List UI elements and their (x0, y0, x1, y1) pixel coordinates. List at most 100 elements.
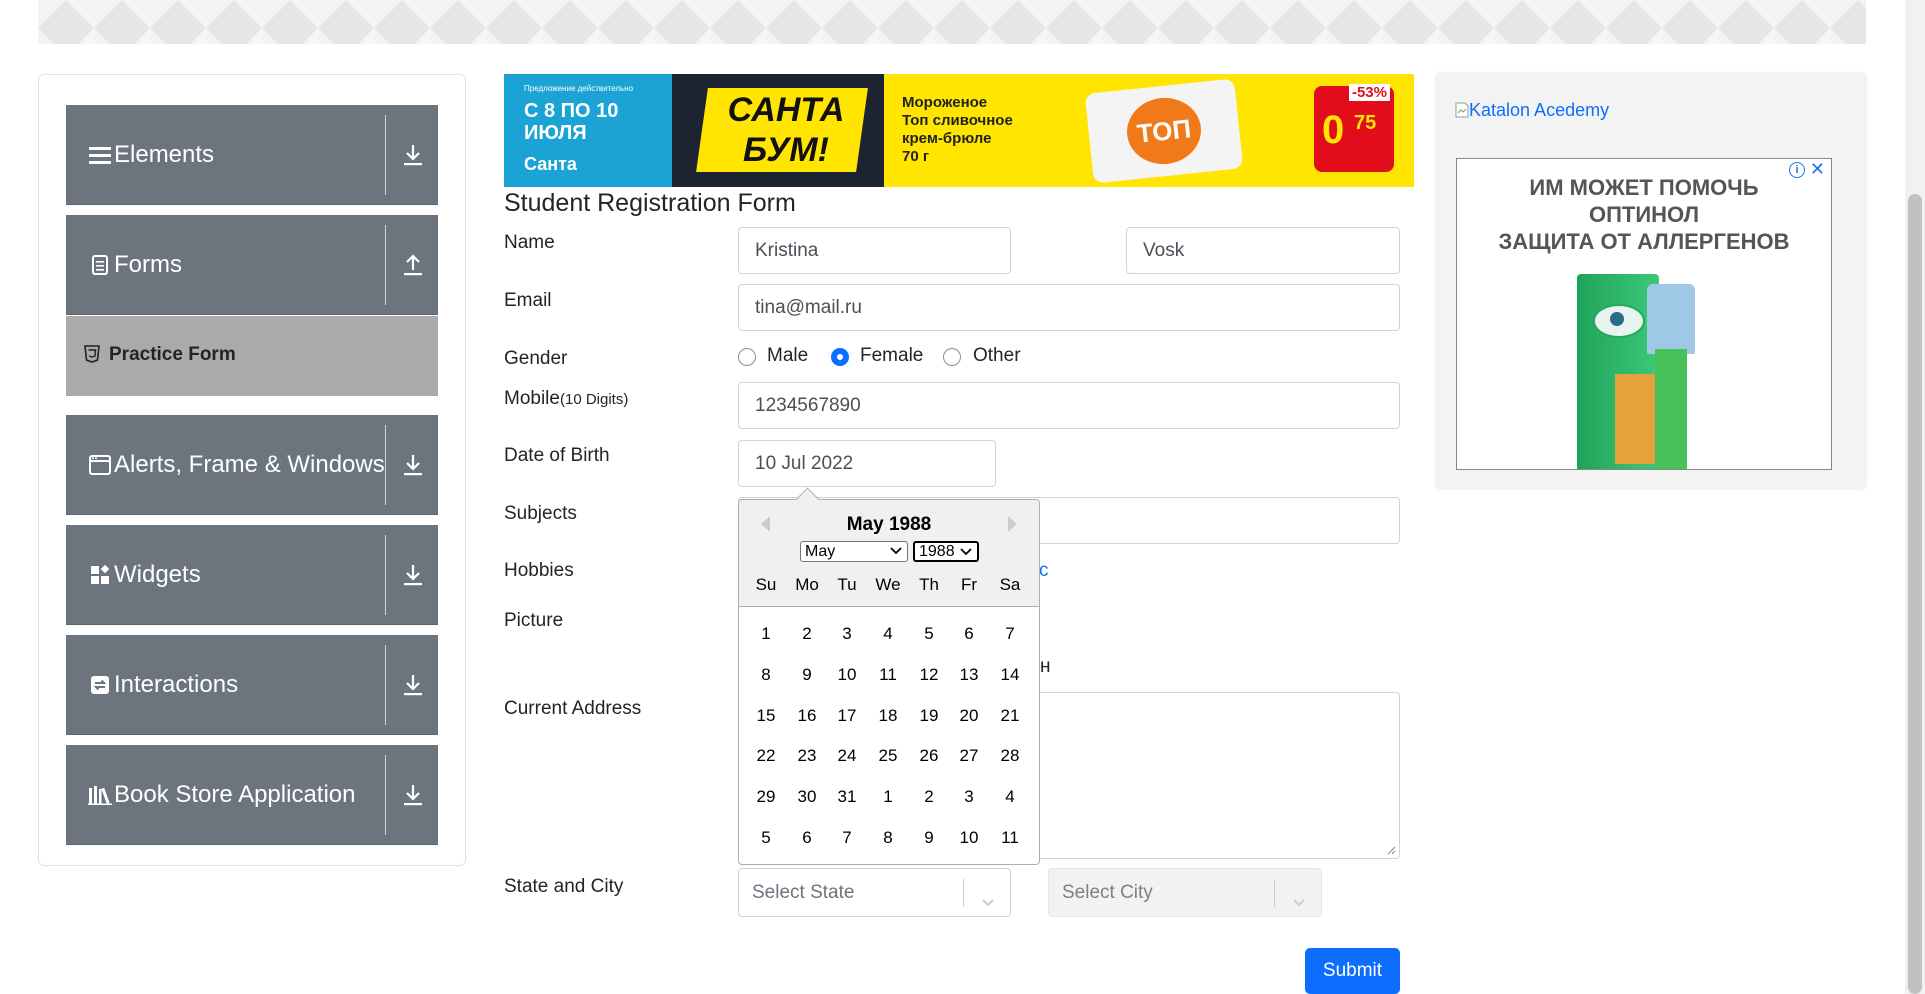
calendar-day[interactable]: 16 (787, 706, 827, 726)
calendar-day[interactable]: 27 (949, 746, 989, 766)
mobile-input[interactable]: 1234567890 (738, 382, 1400, 429)
gender-male-radio[interactable] (738, 348, 756, 366)
scrollbar-thumb[interactable] (1908, 194, 1922, 994)
address-label: Current Address (504, 698, 642, 719)
nav-group-alerts[interactable]: Alerts, Frame & Windows (66, 415, 438, 515)
nav-group-forms[interactable]: Forms (66, 215, 438, 315)
calendar-day[interactable]: 3 (949, 787, 989, 807)
calendar-day[interactable]: 4 (868, 624, 908, 644)
nav-group-widgets[interactable]: Widgets (66, 525, 438, 625)
calendar-day[interactable]: 5 (909, 624, 949, 644)
dob-input[interactable]: 10 Jul 2022 (738, 440, 996, 487)
calendar-day[interactable]: 17 (827, 706, 867, 726)
gender-female-label[interactable]: Female (860, 345, 923, 367)
katalon-academy-link[interactable]: Katalon Acedemy (1455, 100, 1609, 121)
submit-button[interactable]: Submit (1305, 948, 1400, 994)
calendar-day[interactable]: 1 (746, 624, 786, 644)
upload-arrow-icon[interactable] (398, 250, 428, 280)
calendar-day[interactable]: 8 (746, 665, 786, 685)
calendar-day[interactable]: 14 (990, 665, 1030, 685)
city-select[interactable]: Select City (1048, 868, 1322, 917)
month-select[interactable]: May (800, 541, 908, 562)
download-arrow-icon[interactable] (398, 780, 428, 810)
state-city-label: State and City (504, 876, 624, 897)
nav-group-elements[interactable]: Elements (66, 105, 438, 205)
calendar-day[interactable]: 8 (868, 828, 908, 848)
calendar-day[interactable]: 6 (787, 828, 827, 848)
calendar-day[interactable]: 9 (909, 828, 949, 848)
calendar-day[interactable]: 13 (949, 665, 989, 685)
email-input[interactable]: tina@mail.ru (738, 284, 1400, 331)
calendar-day[interactable]: 26 (909, 746, 949, 766)
calendar-day[interactable]: 19 (909, 706, 949, 726)
calendar-day[interactable]: 10 (827, 665, 867, 685)
calendar-day[interactable]: 12 (909, 665, 949, 685)
header-banner (38, 0, 1866, 44)
gender-other-label[interactable]: Other (973, 345, 1021, 367)
hobbies-fragment: c (1039, 560, 1049, 581)
nav-group-interactions[interactable]: Interactions (66, 635, 438, 735)
download-arrow-icon[interactable] (398, 140, 428, 170)
mobile-hint: (10 Digits) (559, 391, 629, 408)
download-arrow-icon[interactable] (398, 670, 428, 700)
datepicker-title: May 1988 (846, 514, 932, 535)
calendar-day[interactable]: 5 (746, 828, 786, 848)
subjects-label: Subjects (504, 503, 577, 524)
last-name-input[interactable]: Vosk (1126, 227, 1400, 274)
document-icon (88, 253, 112, 277)
calendar-day[interactable]: 3 (827, 624, 867, 644)
calendar-day[interactable]: 23 (787, 746, 827, 766)
nav-group-label: Alerts, Frame & Windows (114, 450, 385, 478)
city-placeholder: Select City (1062, 882, 1153, 903)
name-label: Name (504, 232, 555, 253)
day-name: Fr (960, 575, 978, 594)
gender-male-label[interactable]: Male (767, 345, 808, 367)
chevron-down-icon[interactable] (1289, 883, 1309, 907)
hamburger-icon (88, 143, 112, 167)
calendar-day[interactable]: 28 (990, 746, 1030, 766)
dob-label: Date of Birth (504, 445, 610, 466)
ad-info-icon[interactable]: i (1789, 162, 1805, 178)
calendar-day[interactable]: 11 (868, 665, 908, 685)
calendar-day[interactable]: 10 (949, 828, 989, 848)
chevron-down-icon (960, 548, 972, 556)
calendar-day[interactable]: 11 (990, 828, 1030, 848)
nav-group-label: Interactions (114, 670, 239, 698)
calendar-day[interactable]: 1 (868, 787, 908, 807)
sidebar-item-practice-form[interactable]: Practice Form (66, 316, 438, 396)
scrollbar[interactable] (1905, 0, 1925, 994)
calendar-day[interactable]: 22 (746, 746, 786, 766)
ad-price-cents: 75 (1354, 112, 1377, 134)
ad-product-image: ТОП (1084, 78, 1244, 184)
calendar-day[interactable]: 29 (746, 787, 786, 807)
calendar-day[interactable]: 18 (868, 706, 908, 726)
year-select[interactable]: 1988 (913, 541, 979, 562)
gender-other-radio[interactable] (943, 348, 961, 366)
download-arrow-icon[interactable] (398, 560, 428, 590)
calendar-day[interactable]: 20 (949, 706, 989, 726)
calendar-day[interactable]: 2 (787, 624, 827, 644)
day-name: Mo (795, 575, 819, 594)
calendar-day[interactable]: 4 (990, 787, 1030, 807)
calendar-day[interactable]: 2 (909, 787, 949, 807)
nav-group-book-store[interactable]: Book Store Application (66, 745, 438, 845)
calendar-day[interactable]: 24 (827, 746, 867, 766)
chevron-down-icon[interactable] (978, 883, 998, 907)
gender-female-radio[interactable] (831, 348, 849, 366)
first-name-input[interactable]: Kristina (738, 227, 1011, 274)
calendar-day[interactable]: 9 (787, 665, 827, 685)
calendar-day[interactable]: 6 (949, 624, 989, 644)
calendar-day[interactable]: 7 (990, 624, 1030, 644)
ad-close-icon[interactable]: ✕ (1810, 159, 1825, 180)
picture-label: Picture (504, 610, 564, 631)
calendar-day[interactable]: 30 (787, 787, 827, 807)
calendar-day[interactable]: 7 (827, 828, 867, 848)
calendar-day[interactable]: 15 (746, 706, 786, 726)
state-select[interactable]: Select State (738, 868, 1011, 917)
ad-banner[interactable]: Предложение действительно С 8 ПО 10 ИЮЛЯ… (504, 74, 1414, 187)
calendar-day[interactable]: 21 (990, 706, 1030, 726)
calendar-day[interactable]: 25 (868, 746, 908, 766)
calendar-day[interactable]: 31 (827, 787, 867, 807)
download-arrow-icon[interactable] (398, 450, 428, 480)
allergy-ad[interactable]: ИМ МОЖЕТ ПОМОЧЬ ОПТИНОЛ ЗАЩИТА ОТ АЛЛЕРГ… (1456, 158, 1832, 470)
